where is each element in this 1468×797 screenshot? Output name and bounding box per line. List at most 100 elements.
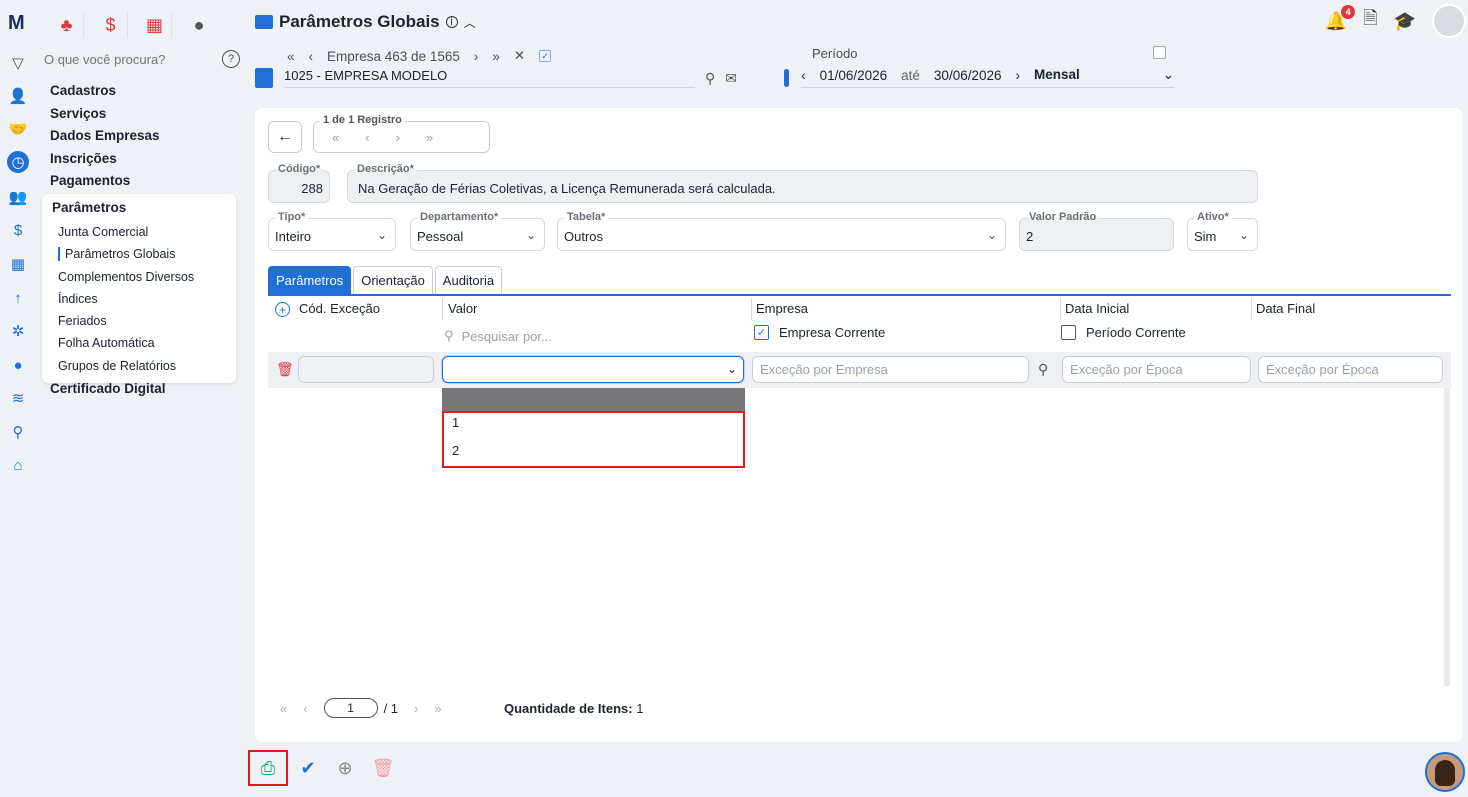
submenu-title[interactable]: Parâmetros <box>42 198 236 221</box>
col-data-final[interactable]: Data Final <box>1256 301 1315 316</box>
delete-button[interactable]: 🗑 <box>363 750 403 786</box>
next-empresa-icon[interactable]: › <box>474 49 479 64</box>
empresa-name[interactable]: 1025 - EMPRESA MODELO <box>284 68 695 88</box>
mail-icon[interactable]: ✉ <box>725 70 737 87</box>
last-record-icon[interactable]: » <box>426 130 433 145</box>
first-record-icon[interactable]: « <box>332 130 339 145</box>
vertical-scrollbar[interactable] <box>1444 388 1450 686</box>
period-frequency-select[interactable]: Mensal ⌄ <box>1034 67 1174 83</box>
prev-period-icon[interactable]: ‹ <box>801 68 806 83</box>
growth-icon[interactable]: ↑ <box>7 287 29 309</box>
column-divider <box>1251 298 1252 320</box>
add-row-icon[interactable]: + <box>275 302 290 317</box>
codigo-field[interactable]: Código* 288 <box>268 163 330 203</box>
document-search-icon[interactable]: 🗎 <box>1363 6 1377 36</box>
valor-search[interactable]: ⚲ Pesquisar por... <box>444 328 552 344</box>
submenu-item-indices[interactable]: Índices <box>42 288 236 310</box>
data-final-filter-input[interactable]: Exceção por Época <box>1258 356 1443 383</box>
periodo-checkbox[interactable] <box>1153 46 1166 59</box>
tab-auditoria[interactable]: Auditoria <box>434 266 503 294</box>
cod-excecao-input[interactable] <box>298 356 434 383</box>
departamento-select[interactable]: Departamento* Pessoal ⌄ <box>410 211 545 251</box>
assistant-avatar[interactable] <box>1425 752 1465 792</box>
tipo-select[interactable]: Tipo* Inteiro ⌄ <box>268 211 396 251</box>
check-circle-icon: ✔ <box>300 757 316 778</box>
submenu-item-feriados[interactable]: Feriados <box>42 310 236 332</box>
chevron-up-icon[interactable]: ︿ <box>464 14 476 31</box>
empresa-corrente-checkbox[interactable]: ✓ Empresa Corrente <box>754 325 885 340</box>
help-icon[interactable]: ? <box>222 50 240 68</box>
next-record-icon[interactable]: › <box>396 130 400 145</box>
menu-item-certificado[interactable]: Certificado Digital <box>50 381 166 396</box>
data-inicial-filter-input[interactable]: Exceção por Época <box>1062 356 1251 383</box>
submenu-item-complementos[interactable]: Complementos Diversos <box>42 266 236 288</box>
people-icon[interactable]: ♣ <box>50 12 84 38</box>
menu-item-pagamentos[interactable]: Pagamentos <box>50 170 240 193</box>
periodo-corrente-checkbox[interactable]: Período Corrente <box>1061 325 1186 340</box>
save-button[interactable]: ⎙ <box>248 750 288 786</box>
col-empresa[interactable]: Empresa <box>756 301 808 316</box>
bell-icon[interactable]: 🔔 4 <box>1325 4 1356 32</box>
prev-empresa-icon[interactable]: ‹ <box>309 49 314 64</box>
add-button[interactable]: ⊕ <box>325 750 365 786</box>
column-divider <box>1060 298 1061 320</box>
clock-icon[interactable]: ◷ <box>7 151 29 173</box>
tab-parametros[interactable]: Parâmetros <box>268 266 352 294</box>
dollar-circle-icon[interactable]: $ <box>7 219 29 241</box>
search-icon[interactable]: ⚲ <box>7 421 29 443</box>
period-end[interactable]: 30/06/2026 <box>934 68 1002 83</box>
valor-select[interactable]: ⌄ <box>442 356 744 383</box>
calculator-icon[interactable]: ▦ <box>7 253 29 275</box>
tab-orientacao[interactable]: Orientação <box>353 266 433 294</box>
col-cod-excecao[interactable]: Cód. Exceção <box>299 301 380 316</box>
graduation-cap-icon[interactable]: 🎓 <box>1394 11 1416 32</box>
info-icon[interactable]: i <box>445 16 458 28</box>
user-avatar[interactable] <box>1432 4 1466 38</box>
dollar-icon[interactable]: $ <box>94 12 128 38</box>
valor-padrao-field[interactable]: Valor Padrão 2 <box>1019 211 1174 251</box>
calculator-icon[interactable]: ▦ <box>138 12 172 38</box>
submenu-item-parametros-globais[interactable]: Parâmetros Globais <box>42 243 236 265</box>
next-page-icon[interactable]: › <box>414 701 418 716</box>
confirm-button[interactable]: ✔ <box>288 750 328 786</box>
next-period-icon[interactable]: › <box>1016 68 1021 83</box>
page-input[interactable]: 1 <box>323 698 378 718</box>
submenu-item-folha-automatica[interactable]: Folha Automática <box>42 332 236 354</box>
first-page-icon[interactable]: « <box>280 701 287 716</box>
handshake-icon[interactable]: 🤝 <box>7 118 29 140</box>
prev-record-icon[interactable]: ‹ <box>365 130 369 145</box>
layers-icon[interactable]: ≋ <box>7 387 29 409</box>
moneybag-icon[interactable]: ● <box>182 12 216 38</box>
tabela-select[interactable]: Tabela* Outros ⌄ <box>557 211 1006 251</box>
menu-item-cadastros[interactable]: Cadastros <box>50 80 240 103</box>
submenu-item-grupos-relatorios[interactable]: Grupos de Relatórios <box>42 355 236 377</box>
period-start[interactable]: 01/06/2026 <box>820 68 888 83</box>
prev-page-icon[interactable]: ‹ <box>303 701 307 716</box>
network-icon[interactable]: ✲ <box>7 320 29 342</box>
col-valor[interactable]: Valor <box>448 301 477 316</box>
col-data-inicial[interactable]: Data Inicial <box>1065 301 1129 316</box>
menu-search-input[interactable] <box>44 51 204 67</box>
empresa-filter-input[interactable]: Exceção por Empresa <box>752 356 1029 383</box>
back-button[interactable]: ← <box>268 121 302 153</box>
last-empresa-icon[interactable]: » <box>492 49 500 64</box>
dropdown-option-empty[interactable] <box>442 388 745 411</box>
search-icon[interactable]: ⚲ <box>1038 361 1048 378</box>
users-icon[interactable]: 👥 <box>7 186 29 208</box>
submenu-item-junta-comercial[interactable]: Junta Comercial <box>42 221 236 243</box>
user-cog-icon[interactable]: 👤 <box>7 85 29 107</box>
empresa-checkbox[interactable]: ✓ <box>539 50 552 62</box>
trash-icon[interactable]: 🗑 <box>276 361 294 378</box>
search-icon[interactable]: ⚲ <box>705 70 715 87</box>
menu-item-servicos[interactable]: Serviços <box>50 103 240 126</box>
menu-item-inscricoes[interactable]: Inscrições <box>50 148 240 171</box>
close-icon[interactable]: ✕ <box>514 48 525 64</box>
moneybag-icon[interactable]: ● <box>7 354 29 376</box>
first-empresa-icon[interactable]: « <box>287 49 295 64</box>
menu-item-dados-empresas[interactable]: Dados Empresas <box>50 125 240 148</box>
period-frequency-value: Mensal <box>1034 67 1080 82</box>
descricao-field[interactable]: Descrição* Na Geração de Férias Coletiva… <box>347 163 1258 203</box>
home-icon[interactable]: ⌂ <box>7 454 29 476</box>
last-page-icon[interactable]: » <box>434 701 441 716</box>
ativo-select[interactable]: Ativo* Sim ⌄ <box>1187 211 1258 251</box>
